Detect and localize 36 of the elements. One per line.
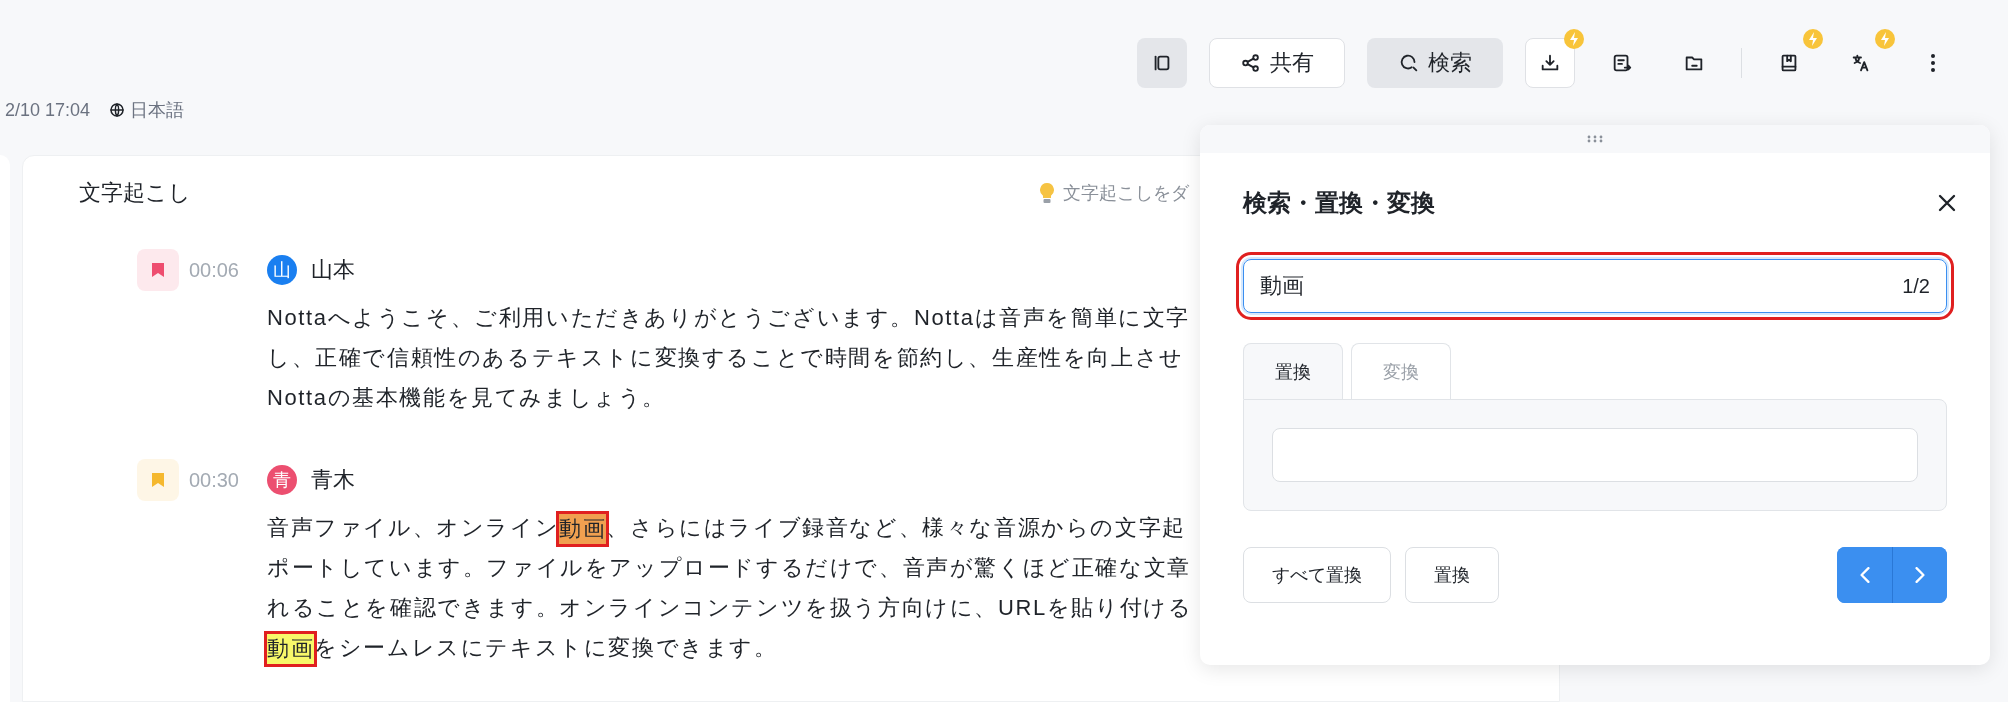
replace-button[interactable]: すべて置換 [1243, 547, 1391, 603]
panel-title: 検索・置換・変換 [1243, 188, 1435, 218]
download-button[interactable] [1525, 38, 1575, 88]
speaker-avatar: 青 [267, 465, 297, 495]
drag-handle[interactable] [1200, 125, 1990, 153]
transcript-line: ポートしています。ファイルをアップロードするだけで、音声が驚くほど正確な文章 [267, 554, 1191, 582]
transcript-line: れることを確認できます。オンラインコンテンツを扱う方向けに、URLを貼り付ける [267, 594, 1193, 622]
speaker-name: 青木 [311, 466, 355, 494]
search-icon [1398, 52, 1420, 74]
timestamp: 00:06 [188, 258, 239, 282]
match-count: 1/2 [1902, 274, 1930, 298]
transcript-line: Nottaへようこそ、ご利用いただきありがとうございます。Nottaは音声を簡単に文字 [267, 304, 1190, 332]
speaker-name: 山本 [311, 256, 355, 284]
more-icon [1930, 52, 1936, 74]
replace-input-field[interactable] [1272, 428, 1918, 482]
globe-icon [108, 101, 127, 119]
language-label: 日本語 [130, 99, 185, 122]
export-icon [1611, 52, 1633, 74]
tab[interactable]: 置換 [1243, 343, 1343, 399]
share-icon [1240, 52, 1262, 74]
chevron-left-icon [1859, 567, 1870, 583]
drag-dots-icon [1587, 135, 1603, 143]
transcript-line: し、正確で信頼性のあるテキストに変換することで時間を節約し、生産性を向上させ [267, 344, 1184, 372]
speaker-avatar: 山 [267, 255, 297, 285]
hint-text: 文字起こしをダ [1063, 182, 1189, 205]
sidebar-toggle-button[interactable] [1137, 38, 1187, 88]
date-time: 2/10 17:04 [5, 99, 91, 121]
timestamp: 00:30 [188, 468, 239, 492]
chevron-right-icon [1915, 567, 1925, 583]
toolbar-button[interactable]: 共有 [1209, 38, 1345, 88]
transcript-line: Nottaの基本機能を見てみましょう。 [267, 384, 666, 412]
search-query: 動画 [1260, 272, 1304, 300]
replace-button[interactable]: 置換 [1405, 547, 1499, 603]
toolbar-button[interactable]: 検索 [1367, 38, 1503, 88]
lightbulb-icon [1039, 182, 1055, 204]
section-title: 文字起こし [79, 179, 191, 207]
